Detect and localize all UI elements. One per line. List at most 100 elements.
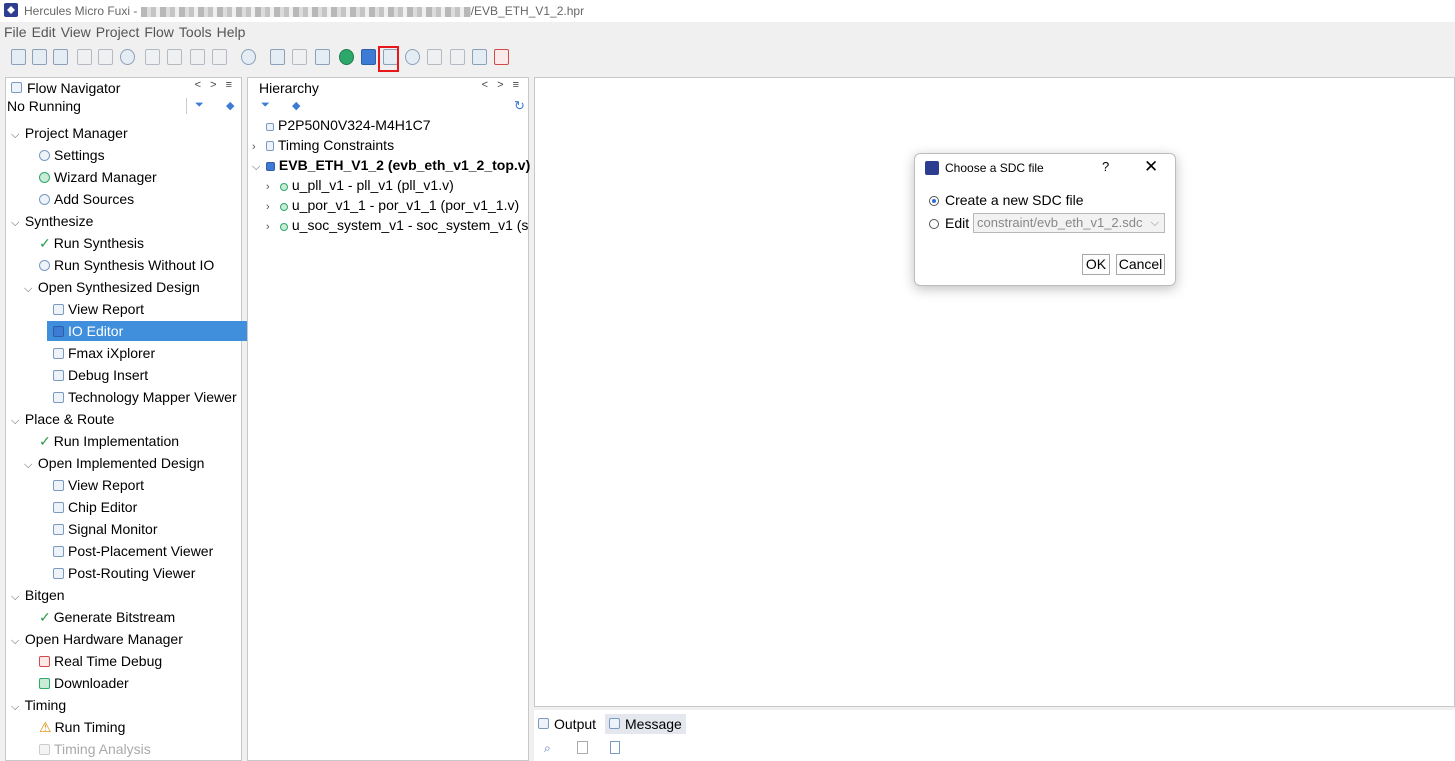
close-icon[interactable]: ✕ <box>1144 157 1158 177</box>
routing-icon <box>53 568 64 579</box>
nav-io-editor[interactable]: IO Editor <box>47 321 247 341</box>
save-all-icon[interactable] <box>98 49 113 65</box>
implementation-icon[interactable] <box>270 49 285 65</box>
nav-run-implementation[interactable]: ✓ Run Implementation <box>39 431 179 451</box>
nav-open-synthesized-design[interactable]: ⌵ Open Synthesized Design <box>24 277 200 297</box>
create-radio[interactable] <box>929 196 939 206</box>
save-icon[interactable] <box>53 49 68 65</box>
menu-project[interactable]: Project <box>96 24 140 40</box>
edit-option-label[interactable]: Edit <box>945 215 969 231</box>
hierarchy-panel: Hierarchy < > ≡ ⏷ ◆ ↻ P2P50N0V324-M4H1C7… <box>247 77 530 761</box>
title-bar: Hercules Micro Fuxi - /EVB_ETH_V1_2.hpr <box>0 0 1455 22</box>
nav-settings[interactable]: Settings <box>39 145 105 165</box>
ip-icon[interactable] <box>339 49 354 65</box>
sdc-file-select[interactable]: constraint/evb_eth_v1_2.sdc ⌵ <box>973 213 1165 233</box>
nav-bitgen[interactable]: ⌵ Bitgen <box>11 585 65 605</box>
menu-file[interactable]: File <box>4 24 27 40</box>
expand-all-icon[interactable]: ◆ <box>226 99 234 112</box>
nav-technology-mapper-viewer[interactable]: Technology Mapper Viewer <box>53 387 237 407</box>
nav-open-hardware-manager[interactable]: ⌵ Open Hardware Manager <box>11 629 183 649</box>
nav-post-routing-viewer[interactable]: Post-Routing Viewer <box>53 563 195 583</box>
io-editor-icon[interactable] <box>361 49 376 65</box>
help-button[interactable]: ? <box>1102 159 1109 174</box>
nav-debug-insert[interactable]: Debug Insert <box>53 365 148 385</box>
debug-icon <box>53 370 64 381</box>
hier-u-pll-v1[interactable]: › u_pll_v1 - pll_v1 (pll_v1.v) <box>266 175 454 195</box>
choose-sdc-dialog: Choose a SDC file ? ✕ Create a new SDC f… <box>914 153 1176 286</box>
tab-message[interactable]: Message <box>605 714 686 734</box>
menu-view[interactable]: View <box>61 24 91 40</box>
nav-view-report-synth[interactable]: View Report <box>53 299 144 319</box>
nav-view-report-impl[interactable]: View Report <box>53 475 144 495</box>
real-time-debug-icon[interactable] <box>494 49 509 65</box>
panel-nav-buttons[interactable]: < > ≡ <box>195 79 235 91</box>
hier-device[interactable]: P2P50N0V324-M4H1C7 <box>266 115 431 135</box>
hier-u-por-v1-1[interactable]: › u_por_v1_1 - por_v1_1 (por_v1_1.v) <box>266 195 519 215</box>
nav-place-route[interactable]: ⌵ Place & Route <box>11 409 114 429</box>
flow-navigator-panel: Flow Navigator < > ≡ No Running ⏷ ◆ ⌵ Pr… <box>5 77 247 761</box>
synthesis-icon[interactable] <box>241 49 256 65</box>
chip-icon <box>53 502 64 513</box>
nav-chip-editor[interactable]: Chip Editor <box>53 497 137 517</box>
nav-real-time-debug[interactable]: Real Time Debug <box>39 651 162 671</box>
report-icon[interactable] <box>315 49 330 65</box>
delete-icon[interactable] <box>212 49 227 65</box>
collapse-all-icon[interactable]: ⏷ <box>261 99 270 112</box>
chevron-right-icon: › <box>266 181 270 193</box>
panel-nav-buttons[interactable]: < > ≡ <box>482 79 522 91</box>
cancel-button[interactable]: Cancel <box>1116 254 1165 275</box>
collapse-all-icon[interactable]: ⏷ <box>195 99 204 112</box>
copy-icon[interactable] <box>577 741 588 754</box>
menu-tools[interactable]: Tools <box>179 24 212 40</box>
nav-add-sources[interactable]: Add Sources <box>39 189 134 209</box>
clear-icon[interactable] <box>610 741 620 754</box>
nav-downloader[interactable]: Downloader <box>39 673 129 693</box>
redo-icon[interactable] <box>167 49 182 65</box>
nav-timing[interactable]: ⌵ Timing <box>11 695 66 715</box>
ok-button[interactable]: OK <box>1082 254 1110 275</box>
menu-help[interactable]: Help <box>217 24 246 40</box>
refresh-icon[interactable]: ↻ <box>514 98 525 114</box>
nav-open-implemented-design[interactable]: ⌵ Open Implemented Design <box>24 453 204 473</box>
undo-icon[interactable] <box>145 49 160 65</box>
highlight-box <box>378 46 399 72</box>
nav-run-timing[interactable]: ⚠ Run Timing <box>39 717 125 737</box>
open-folder-icon[interactable] <box>32 49 47 65</box>
debug-insert-icon[interactable] <box>427 49 442 65</box>
nav-wizard-manager[interactable]: Wizard Manager <box>39 167 157 187</box>
dialog-title: Choose a SDC file <box>945 161 1044 175</box>
nav-project-manager[interactable]: ⌵ Project Manager <box>11 123 128 143</box>
expand-all-icon[interactable]: ◆ <box>292 99 300 112</box>
nav-synthesize[interactable]: ⌵ Synthesize <box>11 211 93 231</box>
warning-icon: ⚠ <box>39 719 52 735</box>
edit-radio[interactable] <box>929 219 939 229</box>
hier-u-soc-system-v1[interactable]: › u_soc_system_v1 - soc_system_v1 (soc <box>266 215 528 235</box>
nav-generate-bitstream[interactable]: ✓ Generate Bitstream <box>39 607 175 627</box>
tab-output[interactable]: Output <box>534 714 600 734</box>
fmax-icon[interactable] <box>405 49 420 65</box>
create-option-label[interactable]: Create a new SDC file <box>945 192 1084 208</box>
chevron-down-icon: ⌵ <box>11 701 20 713</box>
nav-fmax-ixplorer[interactable]: Fmax iXplorer <box>53 343 155 363</box>
find-icon[interactable]: ⌕ <box>544 741 551 756</box>
device-icon <box>266 123 274 131</box>
new-file-icon[interactable] <box>11 49 26 65</box>
hier-top-module[interactable]: ⌵ EVB_ETH_V1_2 (evb_eth_v1_2_top.v) <box>252 155 530 175</box>
copy-icon[interactable] <box>190 49 205 65</box>
nav-signal-monitor[interactable]: Signal Monitor <box>53 519 158 539</box>
chevron-right-icon: › <box>266 221 270 233</box>
menu-edit[interactable]: Edit <box>32 24 56 40</box>
nav-post-placement-viewer[interactable]: Post-Placement Viewer <box>53 541 213 561</box>
save-as-icon[interactable] <box>77 49 92 65</box>
debug-probe-icon <box>39 656 50 667</box>
settings-icon[interactable] <box>120 49 135 65</box>
menu-flow[interactable]: Flow <box>144 24 174 40</box>
chip-icon[interactable] <box>292 49 307 65</box>
nav-run-synthesis[interactable]: ✓ Run Synthesis <box>39 233 144 253</box>
mapper-icon <box>53 392 64 403</box>
hier-timing-constraints[interactable]: › Timing Constraints <box>252 135 394 155</box>
nav-run-synthesis-without-io[interactable]: Run Synthesis Without IO <box>39 255 214 275</box>
bitstream-icon[interactable] <box>450 49 465 65</box>
downloader-icon[interactable] <box>472 49 487 65</box>
chevron-down-icon: ⌵ <box>24 283 33 295</box>
